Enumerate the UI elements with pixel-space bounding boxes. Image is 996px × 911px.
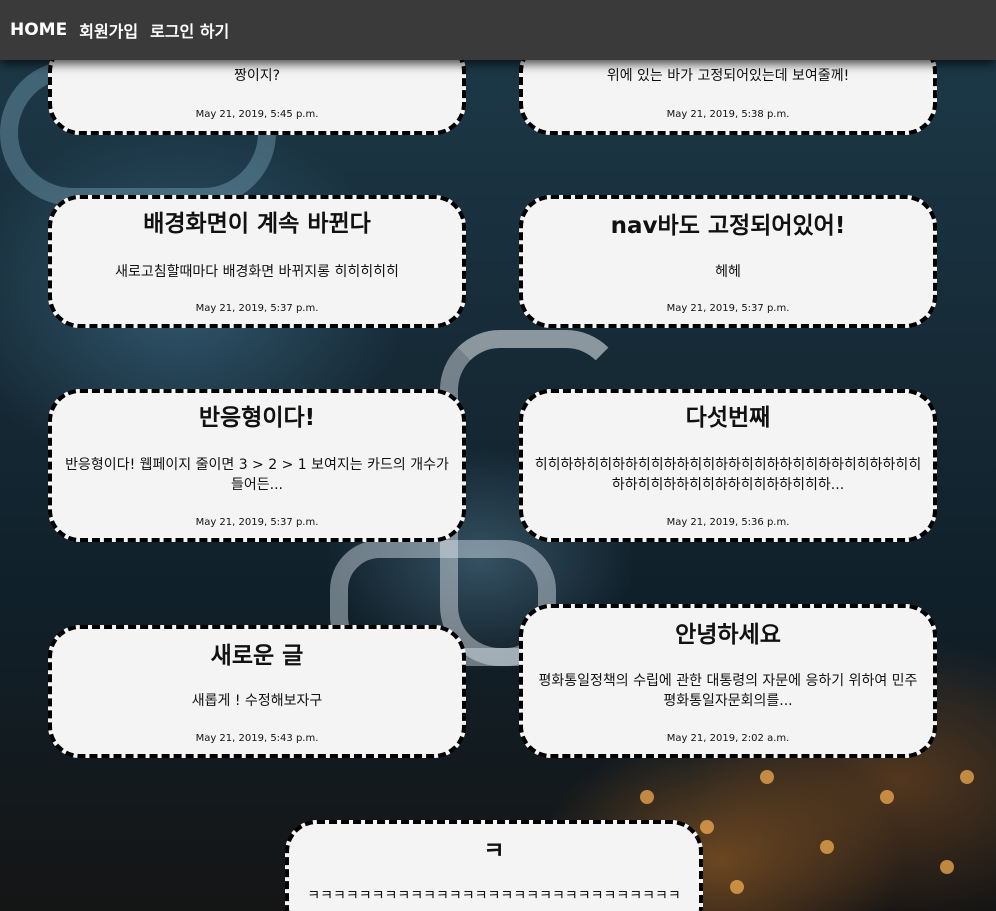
- post-card[interactable]: ㅋ ㅋㅋㅋㅋㅋㅋㅋㅋㅋㅋㅋㅋㅋㅋㅋㅋㅋㅋㅋㅋㅋㅋㅋㅋㅋㅋㅋㅋㅋ: [285, 820, 703, 911]
- post-card-title: 배경화면이 계속 바뀐다: [143, 211, 371, 237]
- post-card-title: 안녕하세요: [675, 622, 781, 648]
- post-card-date: May 21, 2019, 2:02 a.m.: [666, 733, 790, 744]
- post-card-date: May 21, 2019, 5:37 p.m.: [195, 517, 319, 528]
- post-card[interactable]: 다섯번째 히히하하히히하하히히하하히히하하히히하하히히하하히히하하히히하하히히하…: [519, 389, 937, 542]
- background-bokeh: [820, 840, 834, 854]
- background-bokeh: [880, 790, 894, 804]
- post-card-body: 짱이지?: [233, 68, 281, 84]
- post-card-date: May 21, 2019, 5:37 p.m.: [666, 303, 790, 314]
- post-card-title: 반응형이다!: [198, 405, 316, 431]
- post-card-date: May 21, 2019, 5:38 p.m.: [666, 109, 790, 120]
- post-card-title: 다섯번째: [685, 405, 771, 431]
- post-card-body: 새로고침할때마다 배경화면 바뀌지롱 히히히히히: [115, 264, 399, 280]
- background-bokeh: [640, 790, 654, 804]
- post-card-date: May 21, 2019, 5:36 p.m.: [666, 517, 790, 528]
- background-bokeh: [730, 880, 744, 894]
- post-card-body: ㅋㅋㅋㅋㅋㅋㅋㅋㅋㅋㅋㅋㅋㅋㅋㅋㅋㅋㅋㅋㅋㅋㅋㅋㅋㅋㅋㅋㅋ: [307, 888, 681, 904]
- post-card-date: May 21, 2019, 5:43 p.m.: [195, 733, 319, 744]
- background-bokeh: [700, 820, 714, 834]
- post-card-date: May 21, 2019, 5:45 p.m.: [195, 109, 319, 120]
- post-card-body: 반응형이다! 웹페이지 줄이면 3 > 2 > 1 보여지는 카드의 개수가 들…: [65, 457, 449, 493]
- post-card-body: 헤헤: [715, 264, 741, 280]
- post-card-date: May 21, 2019, 5:37 p.m.: [195, 303, 319, 314]
- top-navbar: HOME 회원가입 로그인 하기: [0, 0, 996, 60]
- post-card-title: ㅋ: [483, 838, 505, 864]
- nav-home-link[interactable]: HOME: [10, 20, 67, 40]
- nav-signup-link[interactable]: 회원가입: [79, 18, 138, 42]
- post-card-title: 새로운 글: [210, 643, 304, 669]
- nav-login-link[interactable]: 로그인 하기: [150, 18, 229, 42]
- post-card[interactable]: nav바도 고정되어있어! 헤헤 May 21, 2019, 5:37 p.m.: [519, 195, 937, 328]
- post-card-body: 위에 있는 바가 고정되어있는데 보여줄께!: [606, 68, 850, 84]
- post-card[interactable]: 배경화면이 계속 바뀐다 새로고침할때마다 배경화면 바뀌지롱 히히히히히 Ma…: [48, 195, 466, 328]
- background-bokeh: [940, 860, 954, 874]
- post-card-body: 새롭게 ! 수정해보자구: [191, 693, 323, 709]
- post-card[interactable]: 새로운 글 새롭게 ! 수정해보자구 May 21, 2019, 5:43 p.…: [48, 625, 466, 758]
- post-card-title: nav바도 고정되어있어!: [610, 213, 846, 239]
- background-bokeh: [960, 770, 974, 784]
- post-card-body: 평화통일정책의 수립에 관한 대통령의 자문에 응하기 위하여 민주평화통일자문…: [538, 673, 918, 709]
- background-bokeh: [760, 770, 774, 784]
- post-card-body: 히히하하히히하하히히하하히히하하히히하하히히하하히히하하히히하하히히하하히히하하…: [534, 457, 922, 493]
- post-card[interactable]: 안녕하세요 평화통일정책의 수립에 관한 대통령의 자문에 응하기 위하여 민주…: [519, 604, 937, 758]
- post-card[interactable]: 반응형이다! 반응형이다! 웹페이지 줄이면 3 > 2 > 1 보여지는 카드…: [48, 389, 466, 542]
